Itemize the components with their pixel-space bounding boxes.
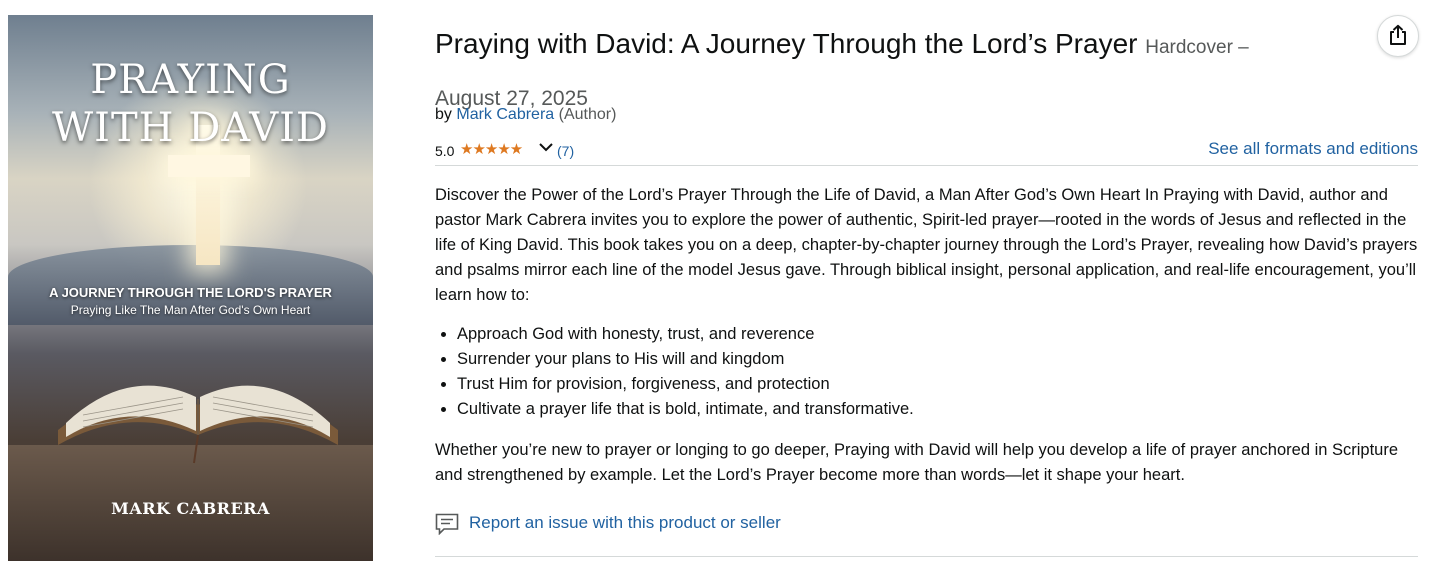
list-item: Surrender your plans to His will and kin…	[457, 347, 1418, 372]
binding-label: Hardcover –	[1145, 37, 1249, 58]
cover-title-line2: WITH DAVID	[52, 105, 329, 151]
speech-bubble-icon	[435, 513, 459, 535]
divider	[435, 556, 1418, 557]
author-link[interactable]: Mark Cabrera	[456, 106, 554, 123]
description-intro: Discover the Power of the Lord’s Prayer …	[435, 186, 1418, 304]
rating-count-link[interactable]: (7)	[557, 143, 574, 159]
cover-cross-bar	[168, 155, 250, 177]
open-bible-illustration	[58, 385, 338, 464]
product-description: Discover the Power of the Lord’s Prayer …	[435, 183, 1418, 488]
cover-author: MARK CABRERA	[111, 499, 270, 518]
book-cover-image[interactable]: PRAYING WITH DAVID A JOURNEY THROUGH THE…	[8, 15, 373, 561]
divider	[435, 165, 1418, 166]
rating-value: 5.0	[435, 143, 455, 159]
share-icon	[1390, 24, 1406, 45]
product-info-panel: Praying with David: A Journey Through th…	[435, 20, 1418, 557]
by-prefix: by	[435, 106, 452, 123]
share-button[interactable]	[1377, 15, 1419, 57]
list-item: Trust Him for provision, forgiveness, an…	[457, 372, 1418, 397]
description-closing: Whether you’re new to prayer or longing …	[435, 441, 1399, 484]
list-item: Cultivate a prayer life that is bold, in…	[457, 397, 1418, 422]
chevron-down-icon[interactable]	[538, 139, 554, 158]
see-all-formats-link[interactable]: See all formats and editions	[1208, 139, 1418, 159]
report-issue-label[interactable]: Report an issue with this product or sel…	[469, 513, 781, 533]
cover-tagline: Praying Like The Man After God's Own Hea…	[70, 303, 311, 317]
list-item: Approach God with honesty, trust, and re…	[457, 322, 1418, 347]
cover-title-line1: PRAYING	[90, 57, 291, 103]
rating-row: 5.0 ★★★★★ (7) See all formats and editio…	[435, 139, 1418, 163]
star-rating-icon[interactable]: ★★★★★	[460, 140, 523, 158]
cover-subtitle: A JOURNEY THROUGH THE LORD'S PRAYER	[49, 285, 332, 300]
author-role: (Author)	[558, 106, 617, 123]
description-bullets: Approach God with honesty, trust, and re…	[435, 322, 1418, 422]
author-byline: by Mark Cabrera (Author)	[435, 106, 616, 124]
title-text: Praying with David: A Journey Through th…	[435, 28, 1138, 59]
